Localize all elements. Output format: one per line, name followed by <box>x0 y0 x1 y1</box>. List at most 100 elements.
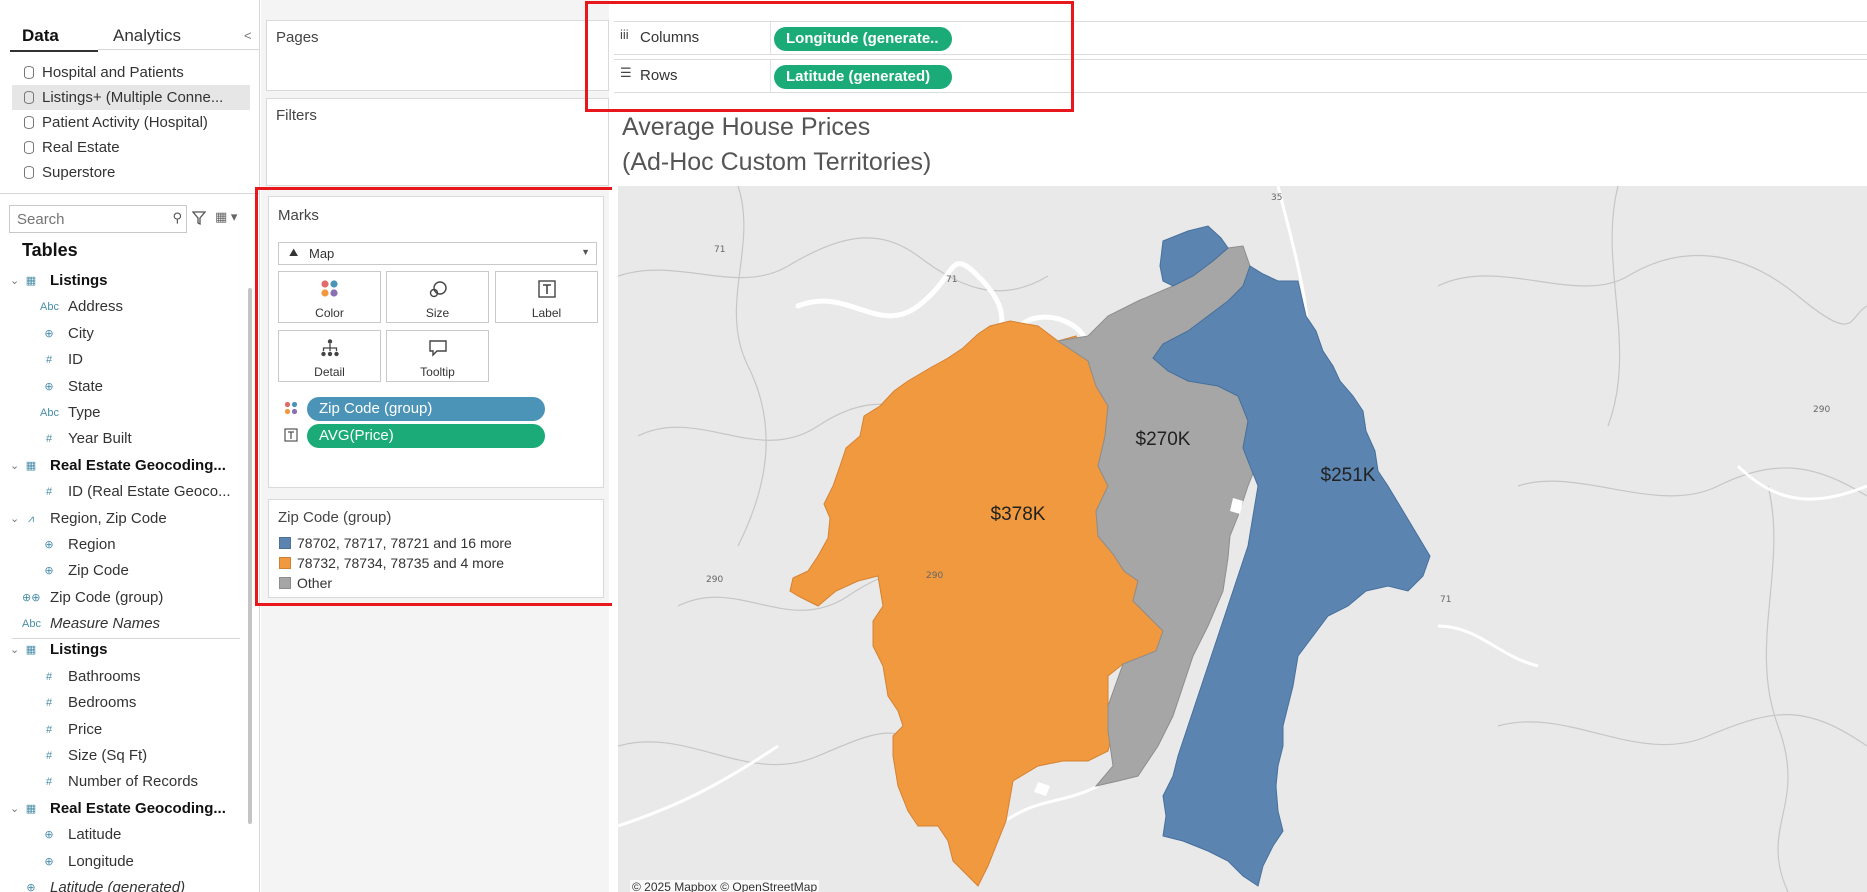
table-row[interactable]: ⌄ ▦ Real Estate Geocoding... <box>0 453 245 479</box>
road-shield-label: 71 <box>946 275 957 285</box>
filters-label: Filters <box>276 107 317 124</box>
field-label: Size (Sq Ft) <box>68 747 148 765</box>
field-item[interactable]: ⊕ State <box>0 374 245 400</box>
divider <box>0 193 260 194</box>
field-type-icon: ▦ <box>25 644 37 657</box>
collapse-pane-icon[interactable]: < <box>244 28 252 43</box>
database-icon <box>24 166 34 179</box>
field-item[interactable]: # Size (Sq Ft) <box>0 743 245 769</box>
field-label: Zip Code (group) <box>50 588 164 606</box>
field-item[interactable]: # Year Built <box>0 426 245 452</box>
data-source-label: Real Estate <box>42 139 120 156</box>
database-icon <box>24 66 34 79</box>
data-source-item-selected[interactable]: Listings+ (Multiple Conne... <box>12 85 250 110</box>
filters-shelf[interactable]: Filters <box>266 98 609 186</box>
field-item[interactable]: # ID (Real Estate Geoco... <box>0 479 245 505</box>
field-item[interactable]: Abc Address <box>0 294 245 320</box>
road-shield-label: 71 <box>1440 595 1451 605</box>
pages-shelf[interactable]: Pages <box>266 20 609 91</box>
field-type-icon: # <box>45 433 53 446</box>
data-source-item[interactable]: Hospital and Patients <box>12 60 250 85</box>
field-type-icon: Abc <box>40 406 59 419</box>
scrollbar[interactable] <box>248 288 252 824</box>
field-label: Region, Zip Code <box>50 509 167 527</box>
search-input[interactable] <box>17 210 157 228</box>
field-label: Bathrooms <box>68 667 141 685</box>
field-item[interactable]: # Bathrooms <box>0 664 245 690</box>
map-attribution[interactable]: © 2025 Mapbox © OpenStreetMap <box>630 880 820 892</box>
field-label: ID <box>68 351 83 369</box>
field-type-icon: ⊕ <box>44 829 54 842</box>
field-item[interactable]: ⊕ Longitude <box>0 849 245 875</box>
field-label: State <box>68 377 104 395</box>
field-type-icon: ⊕ <box>44 380 54 393</box>
field-item[interactable]: ⊕⊕ Zip Code (group) <box>0 585 245 611</box>
table-row[interactable]: ⌄ ▦ Listings <box>0 268 245 294</box>
road-shield-label: 290 <box>706 575 723 585</box>
field-type-icon: ▦ <box>25 802 37 815</box>
expand-caret-icon[interactable]: ⌄ <box>10 268 19 294</box>
view-options-icon[interactable]: ▦ ▾ <box>215 209 237 225</box>
gray-region-value-label: $270K <box>1136 429 1191 450</box>
filter-icon[interactable] <box>192 210 206 226</box>
table-row[interactable]: ⌄ ▦ Listings <box>0 637 245 663</box>
data-source-item[interactable]: Superstore <box>12 160 250 185</box>
field-label: Listings <box>50 272 108 289</box>
field-type-icon: ▦ <box>25 275 37 287</box>
map-view[interactable]: 71 71 290 290 290 35 71 $270K $251K $378… <box>618 186 1867 892</box>
data-source-item[interactable]: Real Estate <box>12 135 250 160</box>
search-icon: ⚲ <box>172 210 182 225</box>
field-item[interactable]: ⊕ City <box>0 321 245 347</box>
field-item[interactable]: Abc Type <box>0 400 245 426</box>
table-row[interactable]: ⌄ ▦ Real Estate Geocoding... <box>0 796 245 822</box>
field-type-icon: ⊕ <box>44 538 54 551</box>
map-canvas[interactable]: 71 71 290 290 290 35 71 $270K $251K $378… <box>618 186 1867 892</box>
field-label: Real Estate Geocoding... <box>50 456 226 474</box>
highlight-columns-rows <box>585 1 1074 112</box>
field-item[interactable]: ⊕ Zip Code <box>0 558 245 584</box>
field-item[interactable]: ⊕ Latitude (generated) <box>0 875 245 892</box>
tab-analytics[interactable]: Analytics <box>113 26 181 46</box>
field-item[interactable]: ⊕ Latitude <box>0 822 245 848</box>
data-source-item[interactable]: Patient Activity (Hospital) <box>12 110 250 135</box>
active-tab-indicator <box>10 50 98 52</box>
view-title-line2: (Ad-Hoc Custom Territories) <box>622 148 932 176</box>
field-label: ID (Real Estate Geoco... <box>68 483 231 501</box>
expand-caret-icon[interactable]: ⌄ <box>10 506 19 532</box>
field-item[interactable]: ⊕ Region <box>0 532 245 558</box>
field-search[interactable]: ⚲ <box>9 205 187 233</box>
field-item[interactable]: ⌄ ⩘ Region, Zip Code <box>0 506 245 532</box>
field-item[interactable]: Abc Measure Names <box>0 611 245 637</box>
tab-divider <box>98 49 260 50</box>
data-source-label: Hospital and Patients <box>42 64 184 81</box>
orange-region-value-label: $378K <box>991 504 1046 525</box>
field-type-icon: ⊕ <box>44 565 54 578</box>
road-shield-label: 35 <box>1271 193 1282 203</box>
expand-caret-icon[interactable]: ⌄ <box>10 637 19 663</box>
field-label: Address <box>68 298 124 316</box>
expand-caret-icon[interactable]: ⌄ <box>10 796 19 822</box>
pages-label: Pages <box>276 29 319 46</box>
field-label: City <box>68 324 94 342</box>
field-type-icon: ⩘ <box>27 512 35 525</box>
field-type-icon: # <box>45 723 53 736</box>
field-label: Region <box>68 535 116 553</box>
field-item[interactable]: # Number of Records <box>0 769 245 795</box>
field-item[interactable]: # Price <box>0 717 245 743</box>
field-label: Latitude (generated) <box>50 878 186 892</box>
highlight-marks-legend <box>255 187 618 606</box>
field-label: Price <box>68 720 103 738</box>
field-item[interactable]: # ID <box>0 347 245 373</box>
expand-caret-icon[interactable]: ⌄ <box>10 453 19 479</box>
field-type-icon: # <box>45 486 53 499</box>
road-shield-label: 71 <box>714 245 725 255</box>
data-source-label: Patient Activity (Hospital) <box>42 114 208 131</box>
field-item[interactable]: # Bedrooms <box>0 690 245 716</box>
divider <box>12 637 240 639</box>
field-type-icon: Abc <box>22 618 41 631</box>
database-icon <box>24 141 34 154</box>
field-type-icon: ⊕ <box>44 855 54 868</box>
field-type-icon: ⊕ <box>26 881 36 892</box>
data-source-label: Listings+ (Multiple Conne... <box>42 89 224 106</box>
tab-data[interactable]: Data <box>22 26 59 46</box>
